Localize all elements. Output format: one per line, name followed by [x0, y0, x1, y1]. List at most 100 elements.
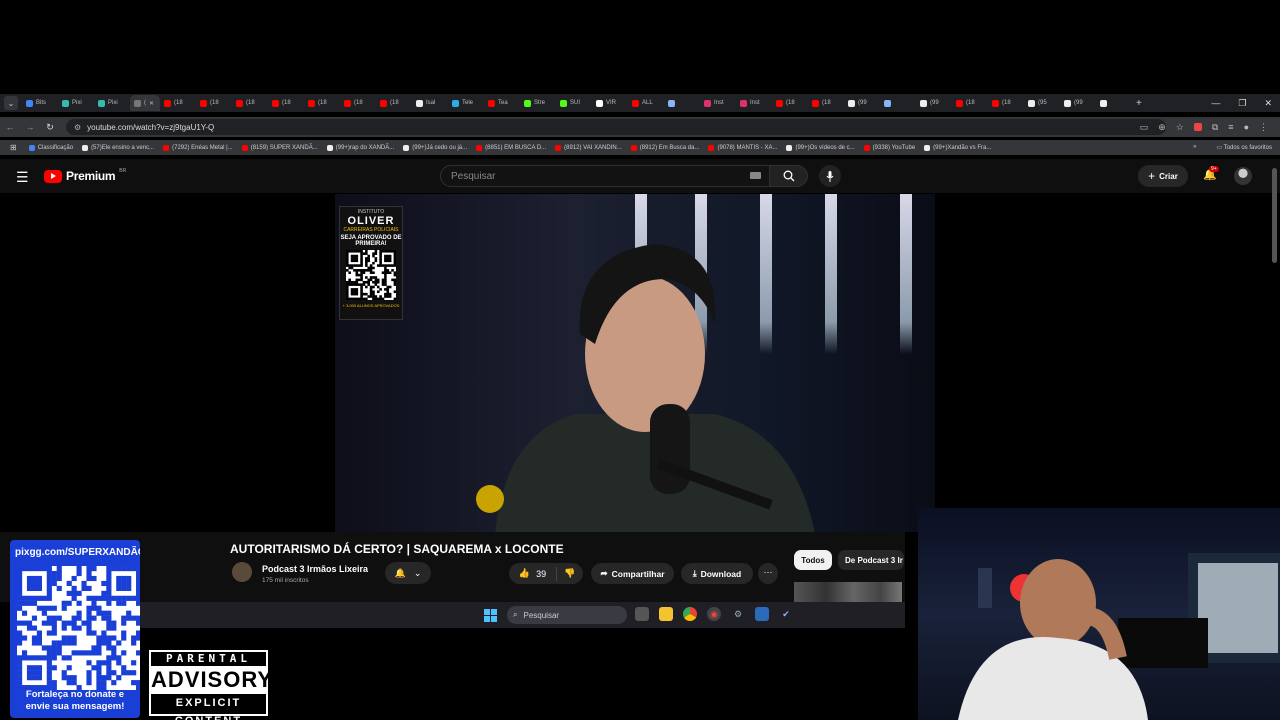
omnibox[interactable]: ⚙ youtube.com/watch?v=zj9tgaU1Y-Q	[66, 119, 1166, 135]
reload-icon[interactable]: ↻	[40, 122, 60, 133]
browser-tab[interactable]: Pixi	[58, 95, 94, 111]
bookmark-item[interactable]: (9338) YouTube	[863, 144, 915, 151]
zoom-icon[interactable]: ⊕	[1158, 122, 1166, 133]
bookmark-item[interactable]: (7292) Enéas Metal |...	[163, 144, 233, 151]
close-window-icon[interactable]: ✕	[1264, 98, 1272, 109]
new-tab-icon[interactable]: +	[1136, 98, 1142, 109]
app-icon-red[interactable]: ◉	[707, 607, 721, 621]
forward-icon[interactable]: →	[20, 122, 40, 132]
browser-tab[interactable]: Isal	[412, 95, 448, 111]
extension-icon[interactable]	[1193, 123, 1202, 131]
browser-tab[interactable]: Bits	[22, 95, 58, 111]
browser-tab[interactable]: (18	[988, 95, 1024, 111]
browser-tab[interactable]: Inst	[700, 95, 736, 111]
bookmark-item[interactable]: (8159) SUPER XANDÃ...	[241, 144, 318, 151]
file-explorer-icon[interactable]	[659, 607, 673, 621]
browser-tab[interactable]: ALL	[628, 95, 664, 111]
youtube-premium-logo[interactable]: Premium BR	[44, 168, 126, 183]
like-button[interactable]: 👍 39	[509, 566, 557, 581]
tab-favicon-icon	[452, 99, 459, 107]
bookmark-item[interactable]: (8912) VAI XANDIN...	[555, 144, 622, 151]
search-input[interactable]: Pesquisar	[440, 165, 770, 187]
taskbar-search[interactable]: ⌕ Pesquisar	[507, 606, 627, 624]
keyboard-icon[interactable]	[750, 172, 761, 179]
bookmark-item[interactable]: (8851) EM BUSCA D...	[476, 144, 546, 151]
browser-tab[interactable]: (18	[772, 95, 808, 111]
bookmark-item[interactable]: (8912) Em Busca da...	[630, 144, 699, 151]
profile-icon[interactable]: ●	[1244, 122, 1249, 132]
browser-tab[interactable]: (18	[268, 95, 304, 111]
browser-tab[interactable]: Inst	[736, 95, 772, 111]
chip-from-channel[interactable]: De Podcast 3 Ir	[838, 550, 904, 570]
browser-tab[interactable]: (18	[232, 95, 268, 111]
chrome-menu-icon[interactable]: ⋮	[1259, 122, 1268, 133]
dislike-button[interactable]: 👎	[557, 568, 583, 579]
browser-tab[interactable]: (18	[160, 95, 196, 111]
share-button[interactable]: ➦ Compartilhar	[591, 563, 674, 584]
bookmark-item[interactable]: (99+)Xandão vs Fra...	[924, 144, 992, 151]
bookmark-item[interactable]: (57)Ele ensino a venc...	[82, 144, 155, 151]
browser-tab[interactable]: (18	[340, 95, 376, 111]
browser-tab[interactable]	[664, 95, 700, 111]
browser-tab[interactable]: Tele	[448, 95, 484, 111]
search-button[interactable]	[770, 165, 808, 187]
channel-name[interactable]: Podcast 3 Irmãos Lixeira	[262, 564, 368, 574]
share-arrow-icon: ➦	[600, 568, 608, 578]
browser-tab[interactable]	[880, 95, 916, 111]
browser-tab[interactable]: VIR	[592, 95, 628, 111]
browser-tab[interactable]: Pixi	[94, 95, 130, 111]
bookmark-item[interactable]: Classificação	[28, 144, 73, 151]
close-tab-icon[interactable]: ✕	[149, 100, 154, 107]
bookmarks-overflow-icon[interactable]: »	[1193, 144, 1196, 151]
menu-icon[interactable]: ☰	[16, 169, 29, 186]
browser-tab[interactable]: (✕	[130, 95, 160, 111]
maximize-icon[interactable]: ❐	[1238, 98, 1246, 109]
video-player[interactable]: INSTITUTO OLIVER CARREIRAS POLICIAIS SEJ…	[335, 194, 935, 532]
bookmark-item[interactable]: (99+)Os vídeos de c...	[786, 144, 855, 151]
steam-icon[interactable]: ✔	[779, 607, 793, 621]
download-button[interactable]: ⤓ Download	[681, 563, 753, 584]
minimize-icon[interactable]: —	[1211, 98, 1220, 108]
browser-tab[interactable]: (18	[808, 95, 844, 111]
browser-tab[interactable]: (99	[916, 95, 952, 111]
browser-tab[interactable]: (95	[1024, 95, 1060, 111]
media-icon[interactable]: ≡	[1228, 122, 1233, 132]
app-icon-blue[interactable]	[755, 607, 769, 621]
browser-tab[interactable]: (18	[196, 95, 232, 111]
recommended-thumbnail[interactable]	[794, 582, 902, 602]
browser-tab[interactable]: (99	[844, 95, 880, 111]
settings-gear-icon[interactable]: ⚙	[731, 607, 745, 621]
tab-search-icon[interactable]: ⌄	[4, 96, 18, 110]
bookmark-label: (57)Ele ensino a venc...	[91, 144, 155, 151]
task-view-icon[interactable]	[635, 607, 649, 621]
bookmark-item[interactable]: (99+)Já cedo ou já...	[403, 144, 467, 151]
bookmark-star-icon[interactable]: ☆	[1176, 122, 1184, 133]
bookmark-item[interactable]: (9078) MANTIS - XA...	[708, 144, 777, 151]
browser-tab[interactable]: (18	[952, 95, 988, 111]
browser-tab[interactable]: (99	[1060, 95, 1096, 111]
more-actions-icon[interactable]: ⋯	[758, 563, 778, 584]
browser-tab[interactable]: SUI	[556, 95, 592, 111]
browser-tab[interactable]: Tea	[484, 95, 520, 111]
chrome-icon[interactable]	[683, 607, 697, 621]
extensions-puzzle-icon[interactable]: ⧉	[1212, 122, 1218, 133]
account-avatar[interactable]	[1234, 167, 1252, 185]
channel-avatar[interactable]	[232, 562, 252, 582]
bookmark-label: (99+)Xandão vs Fra...	[933, 144, 992, 151]
create-button[interactable]: + Criar	[1138, 165, 1188, 187]
back-icon[interactable]: ←	[0, 122, 20, 132]
windows-start-icon[interactable]	[484, 609, 497, 622]
cast-icon[interactable]: ▭	[1140, 122, 1149, 133]
all-favorites-folder[interactable]: ▭ Todos os favoritos	[1216, 144, 1272, 151]
browser-tab[interactable]: Stre	[520, 95, 556, 111]
page-scrollbar[interactable]	[1272, 168, 1277, 263]
browser-tab[interactable]: (18	[376, 95, 412, 111]
subscription-notify-button[interactable]: 🔔 ⌄	[385, 562, 431, 584]
site-info-icon[interactable]: ⚙	[74, 123, 81, 132]
apps-grid-icon[interactable]: ⊞	[10, 143, 17, 152]
chip-all[interactable]: Todos	[794, 550, 832, 570]
browser-tab[interactable]: (18	[304, 95, 340, 111]
browser-tab[interactable]	[1096, 95, 1132, 111]
bookmark-item[interactable]: (99+)rap do XANDÃ...	[326, 144, 394, 151]
voice-search-button[interactable]	[819, 165, 841, 187]
